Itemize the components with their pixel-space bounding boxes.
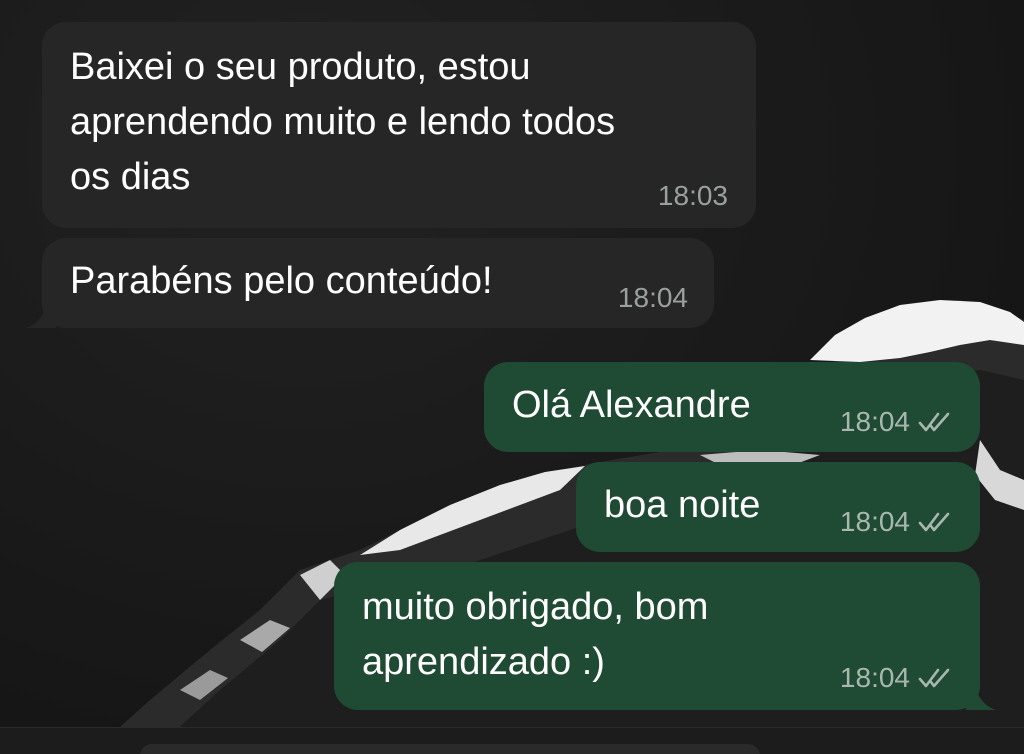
message-time: 18:04 [839, 662, 910, 693]
double-check-icon [918, 412, 950, 432]
double-check-icon [918, 668, 950, 688]
bubble-tail [26, 298, 56, 328]
bubble-tail [966, 680, 996, 710]
message-bubble-incoming[interactable]: Parabéns pelo conteúdo! 18:04 [42, 238, 714, 328]
message-bubble-outgoing[interactable]: Olá Alexandre 18:04 [484, 362, 980, 452]
message-meta: 18:04 [840, 406, 952, 438]
message-meta: 18:03 [658, 180, 728, 212]
message-meta: 18:04 [840, 662, 952, 694]
message-bubble-outgoing[interactable]: muito obrigado, bom aprendizado :) 18:04 [334, 562, 980, 710]
message-time: 18:03 [657, 180, 728, 211]
message-bubble-outgoing[interactable]: boa noite 18:04 [576, 462, 980, 552]
message-time: 18:04 [617, 282, 688, 313]
message-meta: 18:04 [840, 506, 952, 538]
message-bubble-incoming[interactable]: Baixei o seu produto, estou aprendendo m… [42, 22, 756, 228]
message-input[interactable] [140, 744, 760, 754]
composer-bar [0, 727, 1024, 754]
message-meta: 18:04 [618, 282, 688, 314]
message-time: 18:04 [839, 406, 910, 437]
message-text: Baixei o seu produto, estou aprendendo m… [70, 46, 616, 198]
double-check-icon [918, 512, 950, 532]
message-text: Parabéns pelo conteúdo! [70, 260, 493, 302]
chat-screen: Baixei o seu produto, estou aprendendo m… [0, 0, 1024, 754]
message-time: 18:04 [839, 506, 910, 537]
